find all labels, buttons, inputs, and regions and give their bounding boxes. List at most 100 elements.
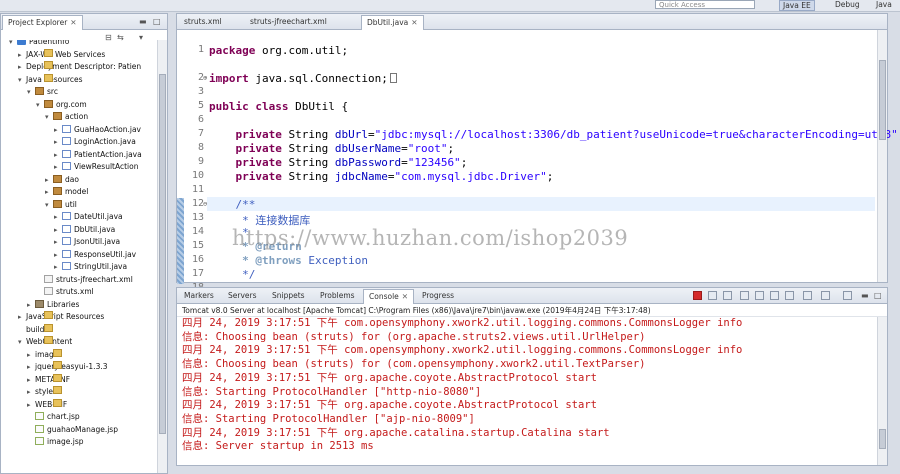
tree-item[interactable]: ▸ GuaHaoAction.jav <box>54 124 141 136</box>
tree-item[interactable]: ▸ jquery-easyui-1.3.3 <box>27 361 108 373</box>
tree-item[interactable]: ▸ PatientAction.java <box>54 149 142 161</box>
tree-item[interactable]: ▸ dao <box>45 174 79 186</box>
chevron-right-icon[interactable]: ▸ <box>54 149 62 161</box>
chevron-right-icon[interactable]: ▸ <box>27 386 35 398</box>
quick-access-input[interactable]: Quick Access <box>655 0 755 9</box>
tree-item[interactable]: ▸ Libraries <box>27 299 79 311</box>
perspective-java-ee[interactable]: Java EE <box>779 0 815 11</box>
perspective-java[interactable]: Java <box>876 0 892 9</box>
chevron-right-icon[interactable]: ▸ <box>54 136 62 148</box>
explorer-scrollbar-thumb[interactable] <box>159 74 166 434</box>
minimize-icon[interactable]: ▬ <box>139 17 147 26</box>
pin-console-icon[interactable] <box>803 291 812 300</box>
chevron-right-icon[interactable]: ▸ <box>54 261 62 273</box>
tab-struts-jfreechart-xml[interactable]: struts-jfreechart.xml <box>245 15 332 30</box>
tab-problems[interactable]: Problems <box>315 289 360 304</box>
chevron-right-icon[interactable]: ▸ <box>54 124 62 136</box>
close-icon[interactable]: ✕ <box>70 18 76 27</box>
chevron-right-icon[interactable]: ▸ <box>18 61 26 73</box>
tab-dbutil-java[interactable]: DbUtil.java ✕ <box>361 15 424 30</box>
perspective-debug[interactable]: Debug <box>835 0 860 9</box>
chevron-right-icon[interactable]: ▸ <box>27 349 35 361</box>
tab-progress[interactable]: Progress <box>417 289 459 304</box>
editor-scrollbar-thumb[interactable] <box>879 60 886 140</box>
remove-all-icon[interactable] <box>723 291 732 300</box>
console-scrollbar-thumb[interactable] <box>879 429 886 449</box>
chevron-right-icon[interactable]: ▸ <box>54 236 62 248</box>
tree-item[interactable]: ▸ model <box>45 186 88 198</box>
fold-expand-icon[interactable]: ⊕ <box>203 74 207 82</box>
tree-item[interactable]: guahaoManage.jsp <box>27 424 118 436</box>
tree-item[interactable]: ▸ StringUtil.java <box>54 261 127 273</box>
chevron-down-icon[interactable]: ▾ <box>45 111 53 123</box>
tree-item[interactable]: ▸ JavaScript Resources <box>18 311 104 323</box>
maximize-icon[interactable]: □ <box>874 291 882 300</box>
chevron-down-icon[interactable]: ▾ <box>36 99 44 111</box>
tab-project-explorer[interactable]: Project Explorer ✕ <box>2 15 83 30</box>
chevron-right-icon[interactable]: ▸ <box>45 174 53 186</box>
tree-item[interactable]: build <box>18 323 53 336</box>
tree-item[interactable]: ▸ ResponseUtil.jav <box>54 249 136 261</box>
chevron-right-icon[interactable]: ▸ <box>54 224 62 236</box>
tree-item[interactable]: ▾ util <box>45 199 77 211</box>
tree-item[interactable]: ▸ DbUtil.java <box>54 224 115 236</box>
chevron-down-icon[interactable]: ▾ <box>27 86 35 98</box>
close-icon[interactable]: ✕ <box>411 18 417 27</box>
display-console-icon[interactable] <box>821 291 830 300</box>
tree-item[interactable]: ▾WebContent <box>18 336 72 348</box>
tree-item[interactable]: ▸ DateUtil.java <box>54 211 123 223</box>
tree-item[interactable]: ▾ action <box>45 111 88 123</box>
remove-launch-icon[interactable] <box>708 291 717 300</box>
editor-scrollbar[interactable] <box>877 30 887 282</box>
chevron-down-icon[interactable]: ▾ <box>45 199 53 211</box>
fold-collapse-icon[interactable]: ⊖ <box>203 200 207 208</box>
tab-markers[interactable]: Markers <box>179 289 219 304</box>
tree-item[interactable]: ▸ ViewResultAction <box>54 161 138 173</box>
tree-item[interactable]: struts.xml <box>36 286 94 298</box>
terminate-icon[interactable] <box>693 291 702 300</box>
tree-item[interactable]: ▾ src <box>27 86 58 98</box>
tab-struts-xml[interactable]: struts.xml <box>179 15 227 30</box>
tree-item[interactable]: ▾ org.com <box>36 99 87 111</box>
chevron-right-icon[interactable]: ▸ <box>54 211 62 223</box>
clear-console-icon[interactable] <box>740 291 749 300</box>
tree-item[interactable]: ▸ JsonUtil.java <box>54 236 120 248</box>
tree-item[interactable]: ▸META-INF <box>27 373 70 386</box>
chevron-right-icon[interactable]: ▸ <box>27 299 35 311</box>
tree-item[interactable]: ▸ JAX-WS Web Services <box>18 48 105 61</box>
show-on-output-icon[interactable] <box>785 291 794 300</box>
maximize-icon[interactable]: □ <box>153 17 161 26</box>
folded-block-icon[interactable] <box>389 73 397 83</box>
tab-console[interactable]: Console ✕ <box>363 289 415 304</box>
chevron-right-icon[interactable]: ▸ <box>54 249 62 261</box>
close-icon[interactable]: ✕ <box>402 292 408 301</box>
chevron-down-icon[interactable]: ▾ <box>18 74 26 86</box>
chevron-right-icon[interactable]: ▸ <box>27 361 35 373</box>
chevron-down-icon[interactable]: ▾ <box>18 336 26 348</box>
tree-item[interactable]: chart.jsp <box>27 411 80 423</box>
word-wrap-icon[interactable] <box>770 291 779 300</box>
tree-item[interactable]: ▸ WEB-INF <box>27 398 67 411</box>
chevron-right-icon[interactable]: ▸ <box>18 49 26 61</box>
scroll-lock-icon[interactable] <box>755 291 764 300</box>
chevron-right-icon[interactable]: ▸ <box>27 374 35 386</box>
tree-item[interactable]: ▾ Java Resources <box>18 73 83 86</box>
tree-item[interactable]: ▸ LoginAction.java <box>54 136 136 148</box>
tree-item[interactable]: image.jsp <box>27 436 84 448</box>
chevron-right-icon[interactable]: ▸ <box>54 161 62 173</box>
tree-item[interactable]: struts-jfreechart.xml <box>36 274 133 286</box>
console-scrollbar[interactable] <box>877 317 887 465</box>
chevron-right-icon[interactable]: ▸ <box>45 186 53 198</box>
open-console-icon[interactable] <box>843 291 852 300</box>
tab-servers[interactable]: Servers <box>223 289 262 304</box>
tree-item[interactable]: ▾ PatientInfo <box>9 40 69 48</box>
tree-item[interactable]: ▸ images <box>27 348 62 361</box>
tree-item[interactable]: ▸ Deployment Descriptor: Patien <box>18 61 141 73</box>
tab-snippets[interactable]: Snippets <box>267 289 310 304</box>
minimize-icon[interactable]: ▬ <box>861 291 869 300</box>
chevron-down-icon[interactable]: ▾ <box>9 40 17 48</box>
chevron-right-icon[interactable]: ▸ <box>18 311 26 323</box>
tree-item[interactable]: ▸ style <box>27 386 62 398</box>
explorer-scrollbar[interactable] <box>157 40 167 473</box>
chevron-right-icon[interactable]: ▸ <box>27 399 35 411</box>
